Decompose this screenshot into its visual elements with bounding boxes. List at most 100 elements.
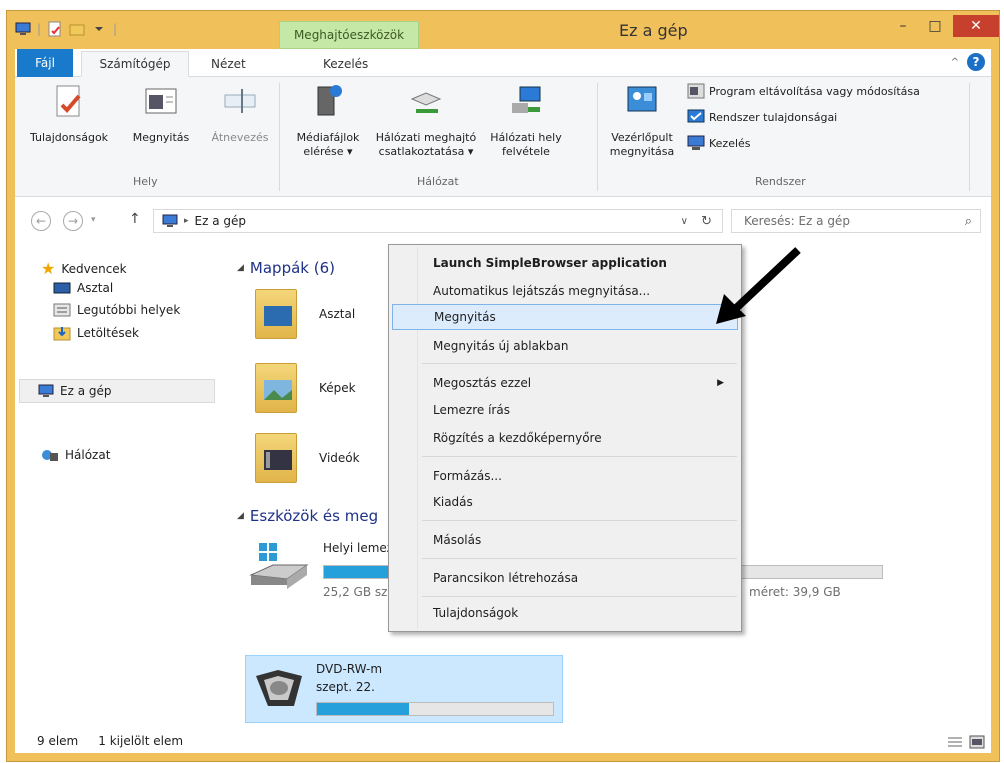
nav-item-recent[interactable]: Legutóbbi helyek <box>53 303 180 317</box>
collapse-triangle-icon[interactable]: ◢ <box>237 511 244 521</box>
menu-item-create-shortcut[interactable]: Parancsikon létrehozása <box>392 565 738 591</box>
menu-item-open[interactable]: Megnyitás <box>392 304 738 330</box>
control-panel-button[interactable]: Vezérlőpult megnyitása <box>603 83 681 159</box>
sysprops-label: Rendszer tulajdonságai <box>709 110 838 124</box>
open-button[interactable]: Megnyitás <box>121 83 201 145</box>
drive-name: DVD-RW-m <box>316 662 383 676</box>
menu-item-share-with[interactable]: Megosztás ezzel ▶ <box>392 370 738 396</box>
manage-label: Kezelés <box>709 136 751 150</box>
nav-item-desktop[interactable]: Asztal <box>53 281 113 295</box>
qat-dropdown-icon[interactable] <box>91 21 107 37</box>
search-input[interactable]: Keresés: Ez a gép ⌕ <box>731 209 981 233</box>
ribbon-collapse-icon[interactable]: ^ <box>951 57 959 68</box>
up-arrow-icon[interactable]: ↑ <box>129 211 141 227</box>
minimize-button[interactable]: – <box>889 15 917 37</box>
address-dropdown-icon[interactable]: ∨ <box>681 216 688 227</box>
menu-item-eject[interactable]: Kiadás <box>392 489 738 515</box>
breadcrumb-item[interactable]: Ez a gép <box>195 214 246 228</box>
folder-item[interactable]: Videók <box>255 433 360 483</box>
menu-item-burn-to-disc[interactable]: Lemezre írás <box>392 397 738 423</box>
media-access-button[interactable]: Médiafájlok elérése ▾ <box>285 83 371 159</box>
properties-button[interactable]: Tulajdonságok <box>21 83 117 145</box>
add-network-location-button[interactable]: Hálózati hely felvétele <box>481 83 571 159</box>
menu-item-format[interactable]: Formázás... <box>392 463 738 489</box>
recent-locations-icon[interactable]: ▾ <box>91 215 96 225</box>
media-server-icon <box>317 85 342 116</box>
dvd-drive-icon <box>256 670 302 706</box>
tab-view[interactable]: Nézet <box>199 51 258 77</box>
dvd-drive-item[interactable]: DVD-RW-m szept. 22. <box>245 655 563 723</box>
group-location-label: Hely <box>133 175 158 188</box>
nav-label: Legutóbbi helyek <box>77 303 181 317</box>
properties-label: Tulajdonságok <box>29 131 109 144</box>
submenu-arrow-icon: ▶ <box>717 378 724 388</box>
breadcrumb-chevron-icon[interactable]: ▸ <box>184 216 189 226</box>
tab-computer[interactable]: Számítógép <box>81 51 189 77</box>
drive-total-size: méret: 39,9 GB <box>749 585 841 599</box>
maximize-button[interactable]: □ <box>921 15 949 37</box>
selected-count: 1 kijelölt elem <box>98 734 184 748</box>
nav-item-network[interactable]: Hálózat <box>41 447 110 463</box>
menu-item-properties[interactable]: Tulajdonságok <box>392 600 738 626</box>
controlpanel-label-2: megnyitása <box>609 145 675 158</box>
menu-item-autoplay[interactable]: Automatikus lejátszás megnyitása... <box>392 278 738 304</box>
menu-separator <box>422 596 737 597</box>
menu-item-copy[interactable]: Másolás <box>392 527 738 553</box>
network-drive-icon <box>410 92 442 113</box>
details-view-icon[interactable] <box>947 735 963 749</box>
refresh-icon[interactable]: ↻ <box>701 214 712 229</box>
open-label: Megnyitás <box>132 131 190 144</box>
folder-item[interactable]: Asztal <box>255 289 355 339</box>
drive-name: Helyi lemez <box>323 541 394 555</box>
desktop-folder-icon <box>255 289 297 339</box>
nav-item-downloads[interactable]: Letöltések <box>53 325 139 341</box>
map-drive-button[interactable]: Hálózati meghajtó csatlakoztatása ▾ <box>373 83 479 159</box>
nav-label: Hálózat <box>65 448 111 462</box>
uninstall-program-button[interactable]: Program eltávolítása vagy módosítása <box>687 83 920 99</box>
new-folder-icon[interactable] <box>69 21 85 37</box>
properties-icon[interactable] <box>47 21 63 37</box>
manage-button[interactable]: Kezelés <box>687 135 751 151</box>
folder-item[interactable]: Képek <box>255 363 356 413</box>
view-switcher <box>947 735 985 749</box>
menu-item-pin-to-start[interactable]: Rögzítés a kezdőképernyőre <box>392 425 738 451</box>
large-icons-view-icon[interactable] <box>969 735 985 749</box>
menu-item-open-new-window[interactable]: Megnyitás új ablakban <box>392 333 738 359</box>
context-tab-group-label: Meghajtóeszközök <box>279 21 419 49</box>
close-button[interactable]: ✕ <box>953 15 999 37</box>
nav-label: Ez a gép <box>60 384 112 398</box>
qat-separator: | <box>37 22 42 36</box>
nav-label: Kedvencek <box>61 261 127 276</box>
netloc-label-2: felvétele <box>502 145 550 158</box>
system-properties-button[interactable]: Rendszer tulajdonságai <box>687 109 837 125</box>
help-icon[interactable]: ? <box>967 53 985 71</box>
search-icon[interactable]: ⌕ <box>965 214 972 229</box>
videos-folder-icon <box>255 433 297 483</box>
ribbon-separator <box>279 83 280 191</box>
forward-button[interactable]: → <box>63 211 83 231</box>
ribbon-separator <box>969 83 970 191</box>
properties-icon <box>56 85 81 117</box>
title-bar: | | Meghajtóeszközök Ez a gép – □ ✕ <box>7 11 999 49</box>
address-bar[interactable]: ▸ Ez a gép ∨ ↻ <box>153 209 723 233</box>
tab-manage[interactable]: Kezelés <box>311 51 380 77</box>
open-icon <box>145 88 177 114</box>
hard-drive-icon <box>249 543 309 589</box>
nav-item-favorites[interactable]: ★ Kedvencek <box>41 259 127 278</box>
computer-icon <box>162 214 178 227</box>
menu-item-label: Megosztás ezzel <box>433 376 532 390</box>
collapse-triangle-icon[interactable]: ◢ <box>237 263 244 273</box>
ribbon-tabs: Fájl Számítógép Nézet Kezelés ^ ? <box>15 49 991 77</box>
nav-item-this-pc[interactable]: Ez a gép <box>19 379 215 403</box>
recent-places-icon <box>53 303 71 317</box>
menu-item-launch-simplebrowser[interactable]: Launch SimpleBrowser application <box>392 250 738 276</box>
drive-date: szept. 22. <box>316 680 375 694</box>
folders-section-header[interactable]: ◢ Mappák (6) <box>237 259 335 277</box>
computer-icon[interactable] <box>15 21 31 37</box>
tab-file[interactable]: Fájl <box>17 49 73 77</box>
rename-button[interactable]: Átnevezés <box>205 83 275 145</box>
devices-section-header[interactable]: ◢ Eszközök és meg <box>237 507 378 525</box>
back-button[interactable]: ← <box>31 211 51 231</box>
devices-header-label: Eszközök és meg <box>249 507 379 525</box>
mapdrive-label-2: csatlakoztatása ▾ <box>378 145 474 158</box>
